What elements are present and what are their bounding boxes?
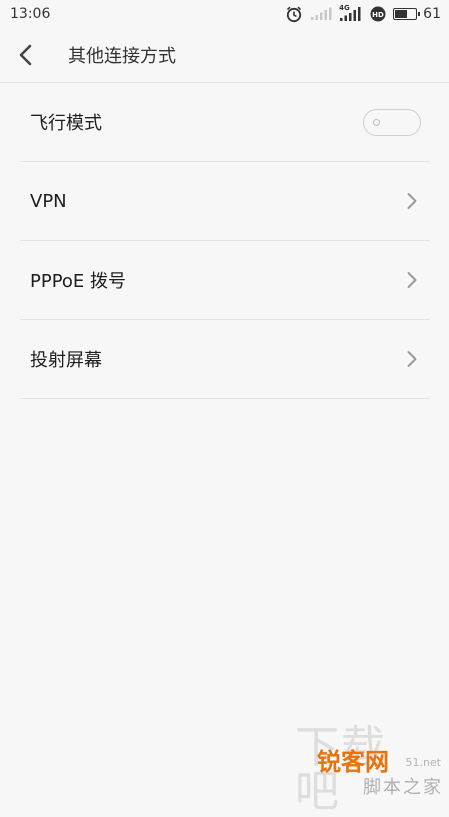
battery-level: 61 — [423, 6, 441, 22]
signal-weak-icon — [311, 7, 332, 20]
screen-projection-label: 投射屏幕 — [30, 350, 102, 371]
airplane-mode-label: 飞行模式 — [30, 113, 102, 134]
page-title: 其他连接方式 — [68, 46, 176, 67]
watermark-subtext: 脚本之家 — [363, 777, 443, 798]
screen-projection-row[interactable]: 投射屏幕 — [20, 320, 430, 399]
status-icons: 4G HD 61 — [285, 4, 441, 23]
signal-4g-icon: 4G — [339, 4, 363, 22]
airplane-mode-toggle[interactable] — [363, 108, 421, 136]
battery-fill — [395, 10, 408, 18]
battery-icon — [393, 8, 421, 20]
watermark-brand: 锐客网 — [317, 748, 389, 776]
watermark: 下载吧 锐客网 51.net 脚本之家 — [295, 726, 445, 814]
status-bar: 13:06 4G HD 61 — [0, 0, 449, 28]
pppoe-label: PPPoE 拨号 — [30, 271, 127, 292]
chevron-right-icon — [406, 271, 418, 289]
vpn-label: VPN — [30, 190, 67, 212]
alarm-icon — [287, 6, 302, 23]
hd-icon: HD — [370, 6, 386, 22]
toggle-knob — [373, 118, 380, 126]
airplane-mode-row[interactable]: 飞行模式 — [20, 83, 430, 162]
battery-indicator: 61 — [393, 6, 441, 22]
chevron-right-icon — [406, 192, 418, 210]
chevron-right-icon — [406, 350, 418, 368]
chevron-left-icon — [19, 44, 32, 66]
settings-list: 飞行模式 VPN PPPoE 拨号 投射屏幕 — [20, 83, 430, 399]
app-header: 其他连接方式 — [0, 28, 449, 83]
back-button[interactable] — [18, 28, 58, 82]
vpn-row[interactable]: VPN — [20, 162, 430, 241]
watermark-url: 51.net — [405, 756, 441, 769]
status-time: 13:06 — [10, 6, 51, 22]
pppoe-row[interactable]: PPPoE 拨号 — [20, 241, 430, 320]
svg-text:HD: HD — [372, 11, 384, 19]
